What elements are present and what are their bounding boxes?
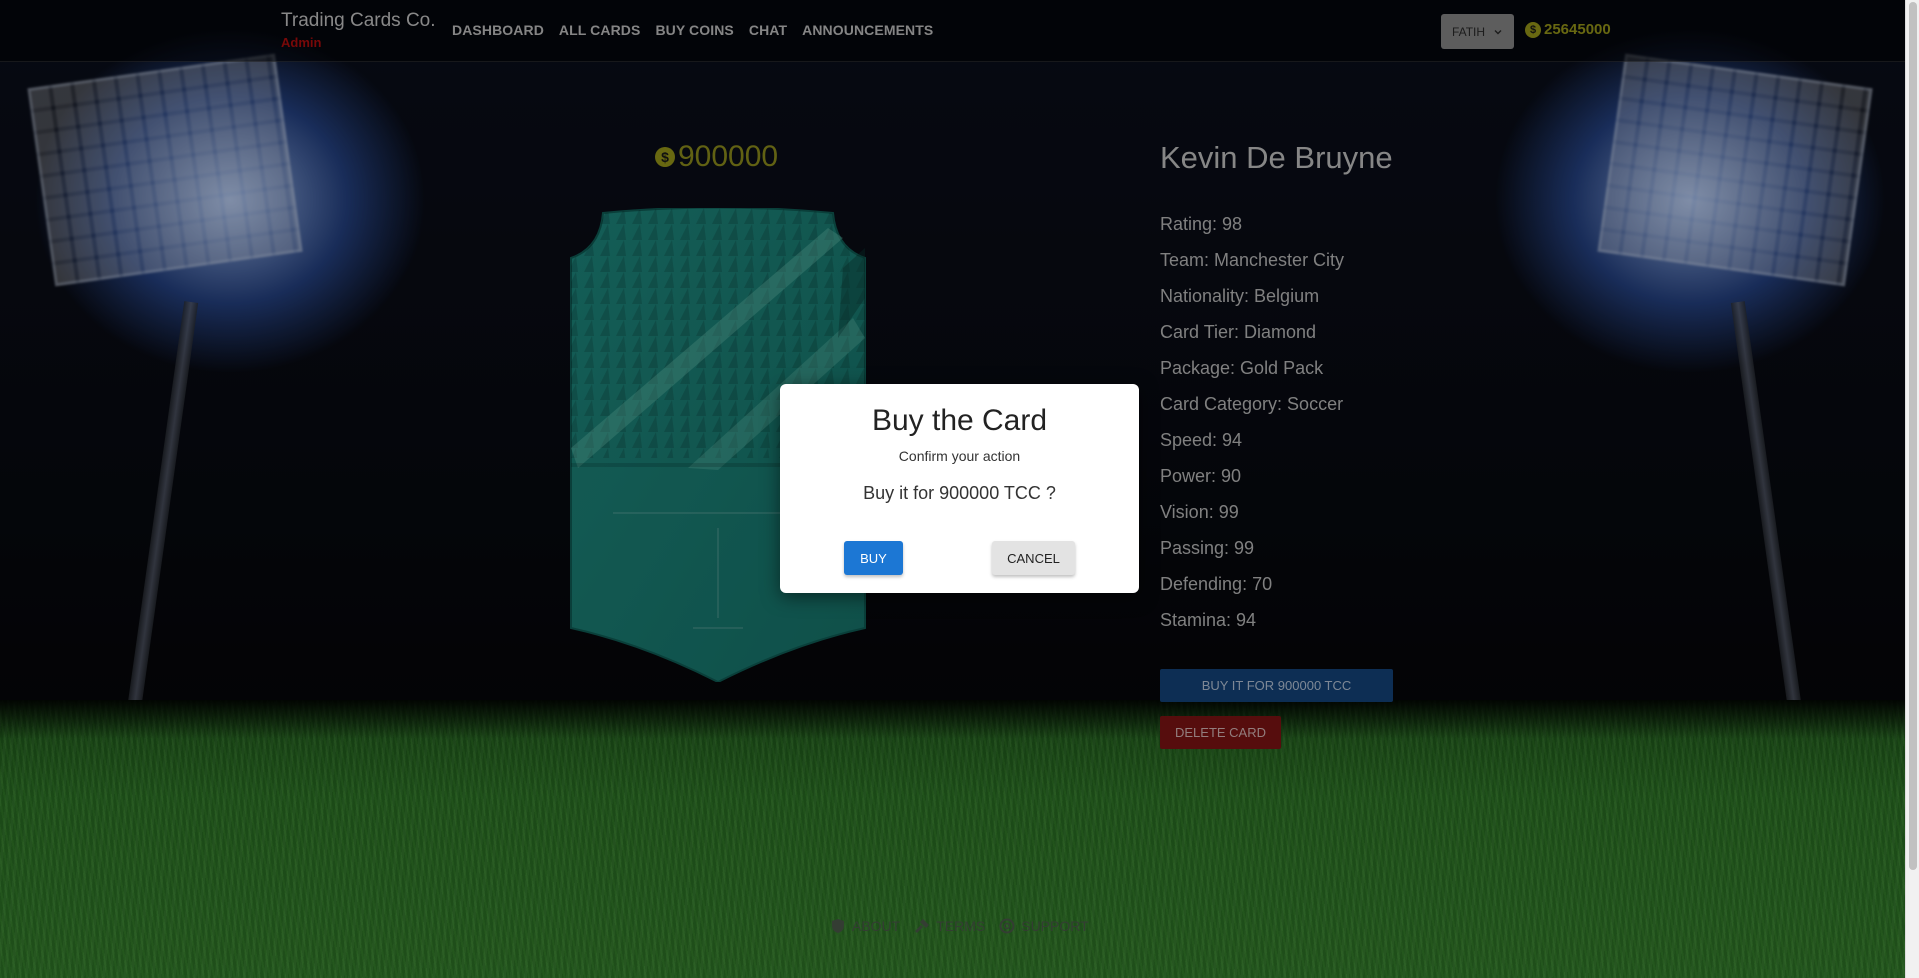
dialog-message: Buy it for 900000 TCC ? [863, 483, 1056, 503]
dialog-buy-button[interactable]: BUY [844, 541, 903, 575]
page-scrollbar[interactable] [1905, 0, 1919, 978]
dialog-cancel-button[interactable]: CANCEL [992, 541, 1075, 575]
dialog-subtitle: Confirm your action [898, 448, 1021, 464]
scrollbar-thumb[interactable] [1909, 2, 1917, 870]
buy-confirm-dialog: Buy the Card Confirm your action Buy it … [780, 384, 1139, 593]
dialog-title: Buy the Card [871, 404, 1048, 437]
